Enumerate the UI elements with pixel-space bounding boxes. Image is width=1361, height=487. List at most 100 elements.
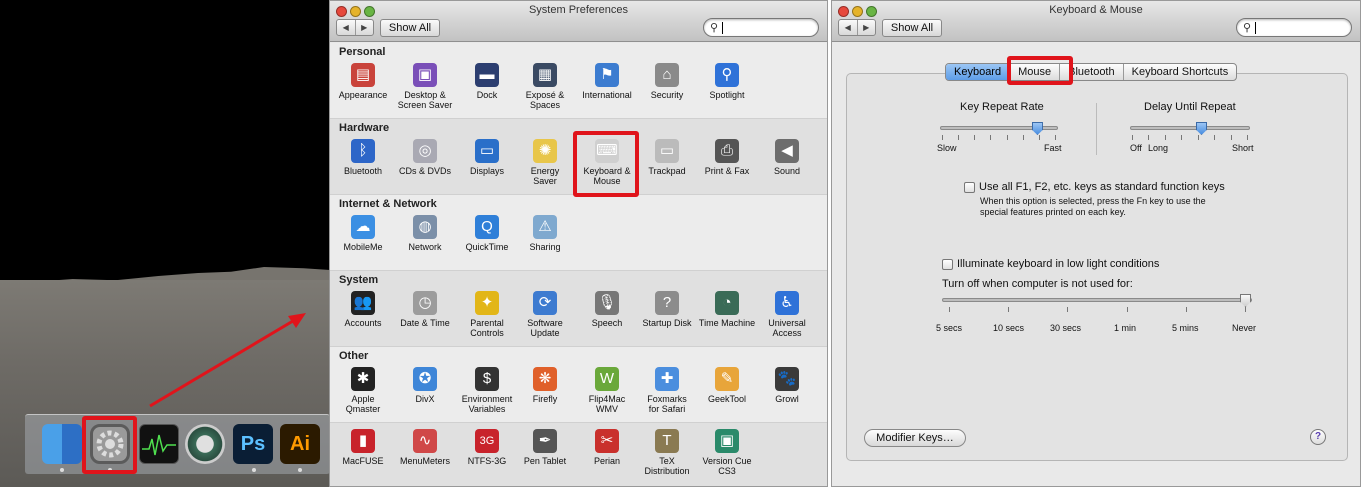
back-arrow-icon[interactable]: ◀ (839, 20, 857, 35)
search-input[interactable]: ⚲ (703, 18, 819, 37)
help-button[interactable]: ? (1310, 429, 1326, 445)
forward-arrow-icon[interactable]: ▶ (856, 20, 876, 35)
running-indicator (298, 468, 302, 472)
preference-pane[interactable]: 3G NTFS-3G (456, 429, 518, 466)
preference-pane[interactable]: ▬ Dock (456, 63, 518, 100)
preference-pane[interactable]: ⟳ Software Update (514, 291, 576, 338)
preference-pane[interactable]: ⎙ Print & Fax (696, 139, 758, 176)
preference-pane[interactable]: ⚲ Spotlight (696, 63, 758, 100)
preference-pane[interactable]: ✂ Perian (576, 429, 638, 466)
preference-pane[interactable]: $ Environment Variables (456, 367, 518, 414)
pane-label: Universal Access (768, 318, 806, 338)
preference-pane[interactable]: ✒ Pen Tablet (514, 429, 576, 466)
back-arrow-icon[interactable]: ◀ (337, 20, 355, 35)
section-title: Personal (339, 46, 386, 58)
preference-pane[interactable]: 🐾 Growl (756, 367, 818, 404)
turn-off-ticks (949, 307, 1246, 312)
preference-pane[interactable]: W Flip4Mac WMV (576, 367, 638, 414)
fn-keys-checkbox[interactable] (964, 182, 975, 193)
preference-pane[interactable]: ⚠ Sharing (514, 215, 576, 252)
preference-pane[interactable]: ⌂ Security (636, 63, 698, 100)
firefly-icon: ❋ (533, 367, 557, 391)
preference-pane[interactable]: ✱ Apple Qmaster (332, 367, 394, 414)
finder-icon[interactable] (42, 424, 82, 464)
delay-repeat-off: Off (1130, 143, 1142, 153)
accounts-icon: 👥 (351, 291, 375, 315)
fn-keys-label: Use all F1, F2, etc. keys as standard fu… (979, 181, 1225, 193)
photoshop-icon[interactable]: Ps (233, 424, 273, 464)
show-all-button[interactable]: Show All (380, 19, 440, 37)
fn-keys-help-line: When this option is selected, press the … (980, 196, 1206, 206)
pane-section: System 👥 Accounts ◷ Date & Time ✦ Parental Con… (330, 271, 827, 347)
preference-pane[interactable]: ▣ Desktop & Screen Saver (394, 63, 456, 110)
delay-repeat-ticks (1132, 135, 1248, 140)
trackpad-icon: ▭ (655, 139, 679, 163)
desktop-background: Ps Ai (0, 0, 330, 487)
mouse-tab-highlight-box (1007, 56, 1073, 85)
pane-label: CDs & DVDs (398, 166, 451, 176)
illuminate-label: Illuminate keyboard in low light conditi… (957, 258, 1160, 270)
preference-pane[interactable]: ✺ Energy Saver (514, 139, 576, 186)
pane-label: GeekTool (707, 394, 747, 404)
macfuse-icon: ▮ (351, 429, 375, 453)
search-input[interactable]: ⚲ (1236, 18, 1352, 37)
preference-pane[interactable]: ◍ Network (394, 215, 456, 252)
preference-pane[interactable]: ✚ Foxmarks for Safari (636, 367, 698, 414)
pane-label: MacFUSE (342, 456, 384, 466)
preference-pane[interactable]: ♿ Universal Access (756, 291, 818, 338)
desktop-icon: ▣ (413, 63, 437, 87)
preference-pane[interactable]: Q QuickTime (456, 215, 518, 252)
show-all-button[interactable]: Show All (882, 19, 942, 37)
modifier-keys-button[interactable]: Modifier Keys… (864, 429, 966, 447)
preference-pane[interactable]: ▦ Exposé & Spaces (514, 63, 576, 110)
preference-pane[interactable]: ᛒ Bluetooth (332, 139, 394, 176)
pane-label: Print & Fax (704, 166, 750, 176)
preference-pane[interactable]: 👥 Accounts (332, 291, 394, 328)
time-machine-icon[interactable] (185, 424, 225, 464)
delay-repeat-label: Delay Until Repeat (1144, 101, 1236, 113)
preference-pane[interactable]: ✦ Parental Controls (456, 291, 518, 338)
preference-pane[interactable]: ∿ MenuMeters (394, 429, 456, 466)
preference-pane[interactable]: ✪ DivX (394, 367, 456, 404)
preference-pane[interactable]: ? Startup Disk (636, 291, 698, 328)
disc-icon: ◎ (413, 139, 437, 163)
preference-pane[interactable]: ❋ Firefly (514, 367, 576, 404)
turn-off-tick-label: 5 secs (936, 323, 963, 333)
delay-repeat-slider[interactable] (1130, 126, 1250, 130)
search-icon: ⚲ (1243, 22, 1252, 34)
fn-keys-help-line: special features printed on each key. (980, 207, 1126, 217)
foxmarks-icon: ✚ (655, 367, 679, 391)
preference-pane[interactable]: ▭ Trackpad (636, 139, 698, 176)
section-title: Internet & Network (339, 198, 437, 210)
forward-arrow-icon[interactable]: ▶ (354, 20, 374, 35)
illuminate-checkbox[interactable] (942, 259, 953, 270)
tex-icon: T (655, 429, 679, 453)
window-title: System Preferences (528, 4, 629, 16)
divx-icon: ✪ (413, 367, 437, 391)
preference-pane[interactable]: ▮ MacFUSE (332, 429, 394, 466)
pane-label: Version Cue CS3 (702, 456, 752, 476)
pane-label: Environment Variables (461, 394, 513, 414)
preference-pane[interactable]: T TeX Distribution (636, 429, 698, 476)
preference-pane[interactable]: ⚑ International (576, 63, 638, 100)
speaker-icon: ◀ (775, 139, 799, 163)
tab-keyboard-shortcuts[interactable]: Keyboard Shortcuts (1122, 64, 1237, 80)
preference-pane[interactable]: ◀ Sound (756, 139, 818, 176)
turn-off-tick-label: Never (1232, 323, 1257, 333)
turn-off-slider[interactable] (942, 298, 1252, 302)
preference-pane[interactable]: ◎ CDs & DVDs (394, 139, 456, 176)
preference-pane[interactable]: ▭ Displays (456, 139, 518, 176)
preference-pane[interactable]: ▤ Appearance (332, 63, 394, 100)
preference-pane[interactable]: ▣ Version Cue CS3 (696, 429, 758, 476)
preference-pane[interactable]: 🎙 Speech (576, 291, 638, 328)
preference-pane[interactable]: ☁ MobileMe (332, 215, 394, 252)
bluetooth-icon: ᛒ (351, 139, 375, 163)
illustrator-icon[interactable]: Ai (280, 424, 320, 464)
preference-pane[interactable]: ✎ GeekTool (696, 367, 758, 404)
version-cue-icon: ▣ (715, 429, 739, 453)
preference-pane[interactable]: ◔ Time Machine (696, 291, 758, 328)
preference-pane[interactable]: ◷ Date & Time (394, 291, 456, 328)
perian-icon: ✂ (595, 429, 619, 453)
tab-keyboard[interactable]: Keyboard (946, 64, 1010, 80)
activity-monitor-icon[interactable] (139, 424, 179, 464)
